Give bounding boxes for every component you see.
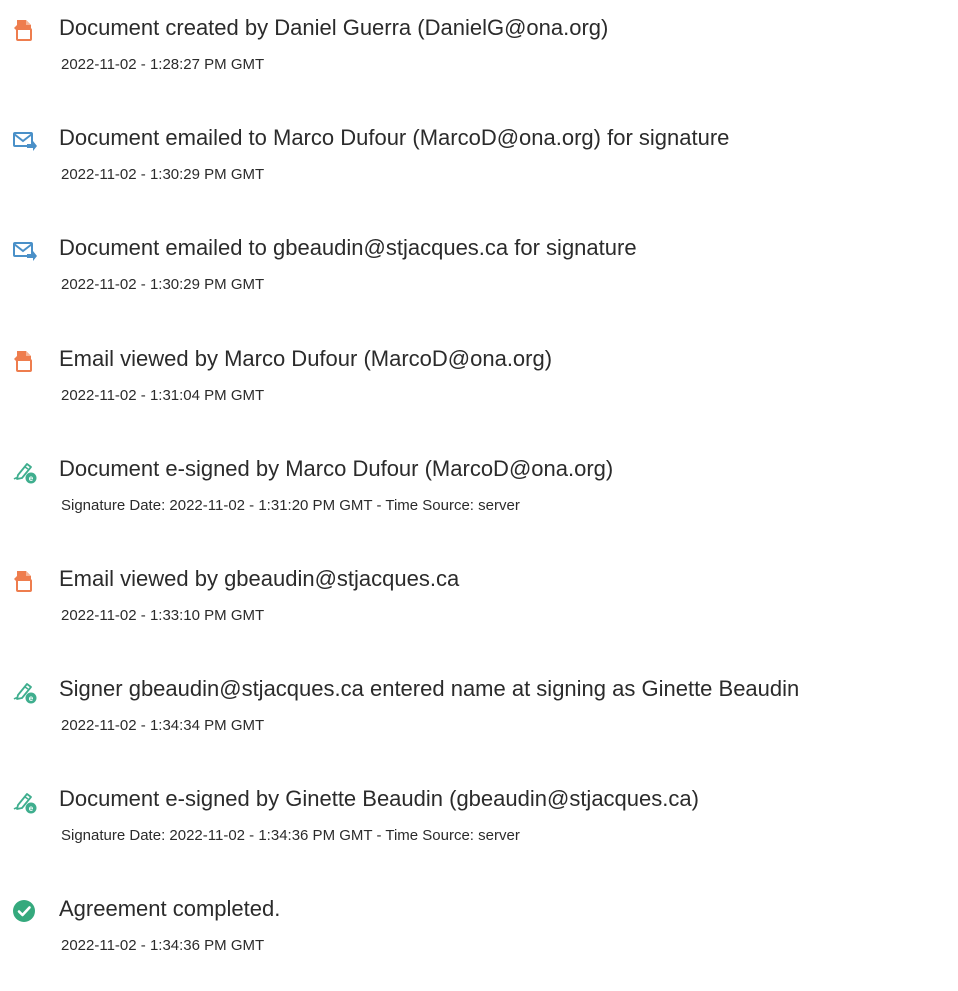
event-title: Document emailed to gbeaudin@stjacques.c… — [59, 235, 637, 260]
audit-event-name-entered: e Signer gbeaudin@stjacques.ca entered n… — [0, 674, 958, 754]
event-title: Document e-signed by Ginette Beaudin (gb… — [59, 786, 699, 811]
event-title: Signer gbeaudin@stjacques.ca entered nam… — [59, 676, 800, 701]
event-timestamp: 2022-11-02 - 1:34:34 PM GMT — [61, 717, 265, 734]
document-icon — [11, 568, 37, 594]
event-timestamp: 2022-11-02 - 1:31:04 PM GMT — [61, 387, 265, 404]
audit-event-e-signed: e Document e-signed by Ginette Beaudin (… — [0, 784, 958, 864]
audit-event-emailed-for-signature: Document emailed to Marco Dufour (MarcoD… — [0, 123, 958, 203]
svg-text:e: e — [29, 474, 34, 483]
event-signature-date: Signature Date: 2022-11-02 - 1:31:20 PM … — [61, 497, 520, 514]
event-title: Document e-signed by Marco Dufour (Marco… — [59, 456, 614, 481]
event-signature-date: Signature Date: 2022-11-02 - 1:34:36 PM … — [61, 827, 520, 844]
e-sign-pen-icon: e — [11, 678, 37, 704]
event-timestamp: 2022-11-02 - 1:33:10 PM GMT — [61, 607, 265, 624]
event-title: Email viewed by gbeaudin@stjacques.ca — [59, 566, 460, 591]
audit-event-agreement-completed: Agreement completed. 2022-11-02 - 1:34:3… — [0, 894, 958, 974]
email-sent-icon — [11, 237, 37, 263]
email-sent-icon — [11, 127, 37, 153]
svg-text:e: e — [29, 694, 34, 703]
checkmark-circle-icon — [11, 898, 37, 924]
event-title: Agreement completed. — [59, 896, 281, 921]
e-sign-pen-icon: e — [11, 458, 37, 484]
audit-event-document-created: Document created by Daniel Guerra (Danie… — [0, 13, 958, 93]
event-timestamp: 2022-11-02 - 1:34:36 PM GMT — [61, 937, 265, 954]
audit-event-email-viewed: Email viewed by gbeaudin@stjacques.ca 20… — [0, 564, 958, 644]
document-icon — [11, 348, 37, 374]
audit-event-emailed-for-signature: Document emailed to gbeaudin@stjacques.c… — [0, 233, 958, 313]
event-title: Email viewed by Marco Dufour (MarcoD@ona… — [59, 346, 553, 371]
svg-text:e: e — [29, 804, 34, 813]
event-timestamp: 2022-11-02 - 1:28:27 PM GMT — [61, 56, 265, 73]
audit-event-email-viewed: Email viewed by Marco Dufour (MarcoD@ona… — [0, 344, 958, 424]
event-title: Document emailed to Marco Dufour (MarcoD… — [59, 125, 730, 150]
document-icon — [11, 17, 37, 43]
event-title: Document created by Daniel Guerra (Danie… — [59, 15, 609, 40]
audit-event-e-signed: e Document e-signed by Marco Dufour (Mar… — [0, 454, 958, 534]
event-timestamp: 2022-11-02 - 1:30:29 PM GMT — [61, 276, 265, 293]
event-timestamp: 2022-11-02 - 1:30:29 PM GMT — [61, 166, 265, 183]
e-sign-pen-icon: e — [11, 788, 37, 814]
